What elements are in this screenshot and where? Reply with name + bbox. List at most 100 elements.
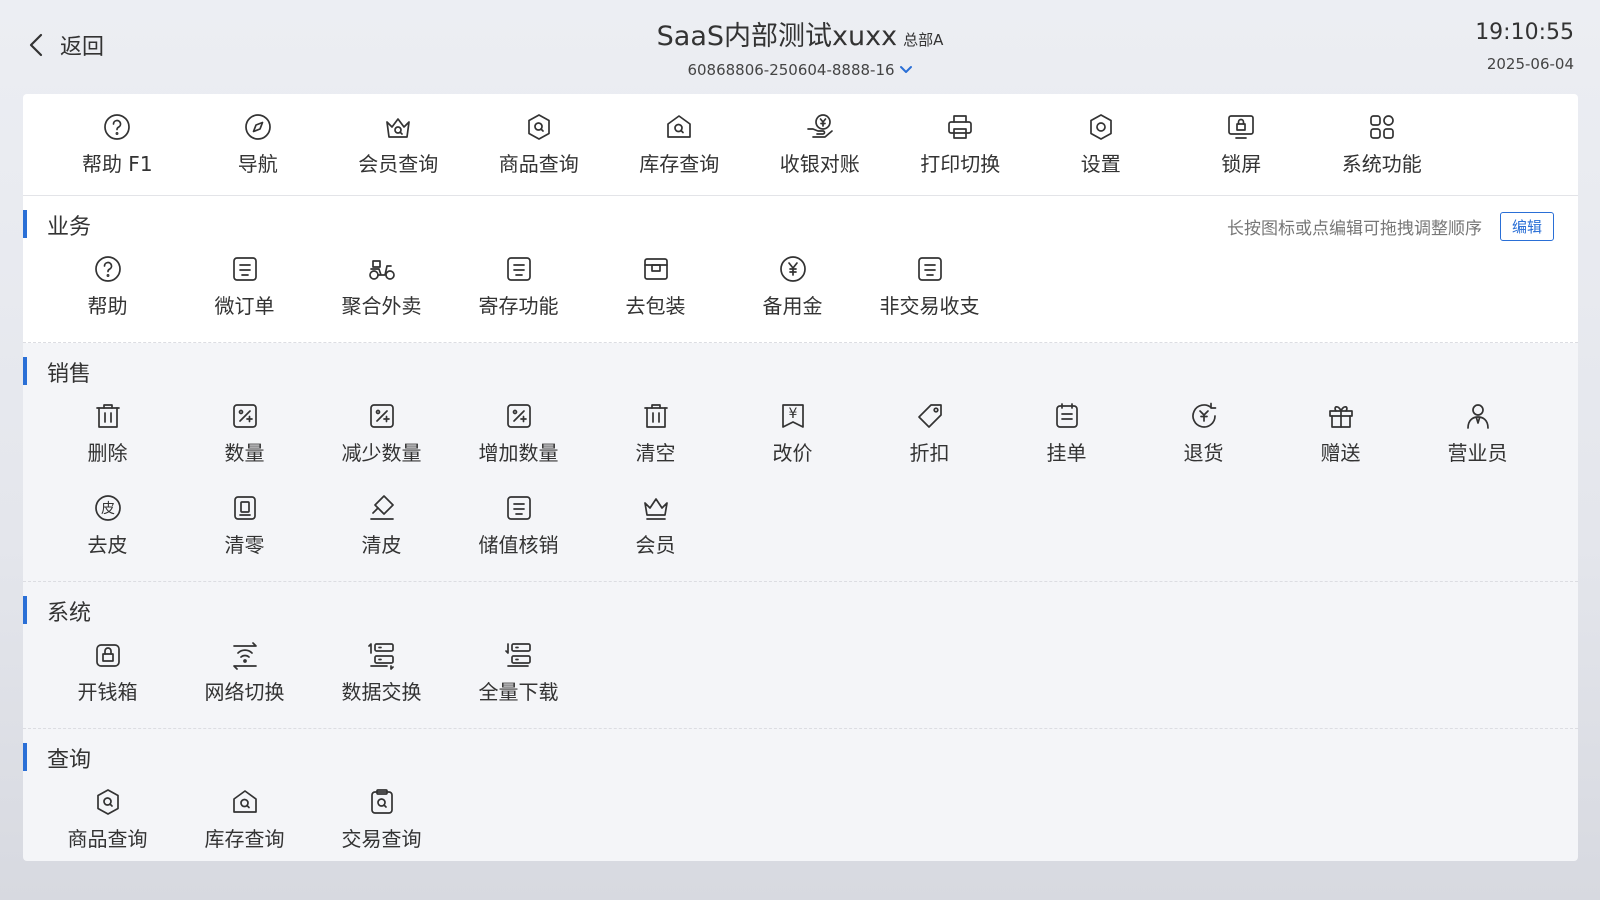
store-name: SaaS内部测试xuxx (656, 21, 898, 52)
clipboard-icon (1055, 403, 1078, 428)
store-branch: 总部A (903, 31, 944, 49)
settings-icon (1089, 114, 1112, 140)
section-sales-header: 销售 (23, 343, 1578, 387)
func-return[interactable]: 退货 (1135, 387, 1272, 479)
func-stored-value-redeem[interactable]: 储值核销 (450, 479, 587, 571)
toolbar-product-search[interactable]: 商品查询 (469, 94, 610, 195)
yen-glyph: ¥ (788, 406, 797, 422)
lock-screen-icon (1228, 115, 1255, 139)
func-label: 帮助 (87, 294, 128, 318)
printer-icon (948, 115, 973, 139)
toolbar-print-switch[interactable]: 打印切换 (890, 94, 1031, 195)
section-business: 业务 长按图标或点编辑可拖拽调整顺序 编辑 帮助 微订单 聚合外卖 寄存功能 去… (23, 196, 1578, 343)
section-query-header: 查询 (23, 729, 1578, 773)
func-tare[interactable]: 皮 去皮 (39, 479, 176, 571)
func-delete[interactable]: 删除 (39, 387, 176, 479)
product-search-icon (96, 789, 119, 815)
toolbar-stock-search[interactable]: 库存查询 (609, 94, 750, 195)
stock-search-icon (232, 790, 257, 813)
func-product-query[interactable]: 商品查询 (39, 773, 176, 861)
func-label: 会员 (635, 533, 676, 557)
yen-coin-icon (779, 256, 806, 282)
cash-reconcile-icon (806, 114, 833, 138)
func-clear-tare[interactable]: 清皮 (313, 479, 450, 571)
func-transaction-query[interactable]: 交易查询 (313, 773, 450, 861)
func-label: 非交易收支 (879, 294, 980, 318)
func-salesperson[interactable]: 营业员 (1409, 387, 1546, 479)
document-list-icon (506, 257, 531, 281)
func-micro-order[interactable]: 微订单 (176, 240, 313, 332)
func-label: 去包装 (625, 294, 686, 318)
func-aggregate-delivery[interactable]: 聚合外卖 (313, 240, 450, 332)
func-increase-quantity[interactable]: 增加数量 (450, 387, 587, 479)
func-help[interactable]: 帮助 (39, 240, 176, 332)
scooter-icon (368, 260, 395, 280)
toolbar-member-search[interactable]: 会员查询 (328, 94, 469, 195)
func-label: 储值核销 (478, 533, 559, 557)
func-hold-order[interactable]: 挂单 (998, 387, 1135, 479)
pi-glyph: 皮 (101, 501, 115, 517)
section-query-grid: 商品查询 库存查询 交易查询 (23, 773, 1578, 861)
func-label: 库存查询 (204, 827, 285, 851)
func-non-transaction[interactable]: 非交易收支 (861, 240, 998, 332)
toolbar-member-search-label: 会员查询 (358, 152, 439, 176)
chevron-down-icon (899, 66, 912, 73)
func-open-cash-drawer[interactable]: 开钱箱 (39, 626, 176, 718)
stock-search-icon (667, 115, 692, 138)
percent-box-icon (369, 404, 394, 428)
func-label: 挂单 (1046, 441, 1087, 465)
section-sales-grid: 删除 数量 减少数量 增加数量 清空 ¥ 改价 折扣 挂单 退货 赠送 营业员 … (23, 387, 1578, 581)
func-full-download[interactable]: 全量下载 (450, 626, 587, 718)
func-stock-query[interactable]: 库存查询 (176, 773, 313, 861)
func-discount[interactable]: 折扣 (861, 387, 998, 479)
func-label: 清空 (635, 441, 676, 465)
eraser-icon (369, 495, 394, 520)
toolbar-settings[interactable]: 设置 (1031, 94, 1172, 195)
func-label: 微订单 (214, 294, 275, 318)
section-query: 查询 商品查询 库存查询 交易查询 (23, 729, 1578, 861)
func-gift[interactable]: 赠送 (1272, 387, 1409, 479)
func-label: 交易查询 (341, 827, 422, 851)
func-label: 增加数量 (478, 441, 559, 465)
document-list-icon (232, 257, 257, 281)
function-panel: 帮助 F1 导航 会员查询 商品查询 库存查询 收银对账 打印切换 设置 锁屏 … (23, 94, 1578, 861)
document-list-icon (917, 257, 942, 281)
func-label: 备用金 (762, 294, 823, 318)
section-accent-bar (23, 357, 27, 385)
func-network-switch[interactable]: 网络切换 (176, 626, 313, 718)
toolbar-cash-reconcile-label: 收银对账 (779, 152, 860, 176)
func-decrease-quantity[interactable]: 减少数量 (313, 387, 450, 479)
func-reserve-fund[interactable]: 备用金 (724, 240, 861, 332)
percent-box-icon (506, 404, 531, 428)
user-icon (1466, 404, 1489, 429)
section-system-grid: 开钱箱 网络切换 数据交换 全量下载 (23, 626, 1578, 728)
func-zero[interactable]: 清零 (176, 479, 313, 571)
wifi-switch-icon (232, 642, 257, 670)
page-title: SaaS内部测试xuxx 总部A (657, 14, 944, 53)
func-clear[interactable]: 清空 (587, 387, 724, 479)
section-system-header: 系统 (23, 582, 1578, 626)
func-storage[interactable]: 寄存功能 (450, 240, 587, 332)
func-member[interactable]: 会员 (587, 479, 724, 571)
toolbar-settings-label: 设置 (1080, 152, 1121, 176)
func-change-price[interactable]: ¥ 改价 (724, 387, 861, 479)
toolbar-help[interactable]: 帮助 F1 (47, 94, 188, 195)
func-unpack[interactable]: 去包装 (587, 240, 724, 332)
order-number-dropdown[interactable]: 60868806-250604-8888-16 (687, 61, 912, 79)
func-data-exchange[interactable]: 数据交换 (313, 626, 450, 718)
toolbar-cash-reconcile[interactable]: 收银对账 (750, 94, 891, 195)
server-download-icon (504, 643, 531, 667)
section-business-grid: 帮助 微订单 聚合外卖 寄存功能 去包装 备用金 非交易收支 (23, 240, 1578, 342)
func-quantity[interactable]: 数量 (176, 387, 313, 479)
server-transfer-icon (367, 643, 394, 670)
compass-icon (244, 114, 271, 140)
edit-button[interactable]: 编辑 (1499, 212, 1554, 241)
toolbar-navigation[interactable]: 导航 (188, 94, 329, 195)
help-icon (94, 256, 121, 282)
toolbar-system-functions[interactable]: 系统功能 (1312, 94, 1453, 195)
section-sales: 销售 删除 数量 减少数量 增加数量 清空 ¥ 改价 折扣 挂单 退货 赠送 营… (23, 343, 1578, 582)
member-search-icon (386, 118, 411, 138)
func-label: 数据交换 (341, 680, 422, 704)
toolbar-lock-screen[interactable]: 锁屏 (1171, 94, 1312, 195)
func-label: 数量 (224, 441, 265, 465)
